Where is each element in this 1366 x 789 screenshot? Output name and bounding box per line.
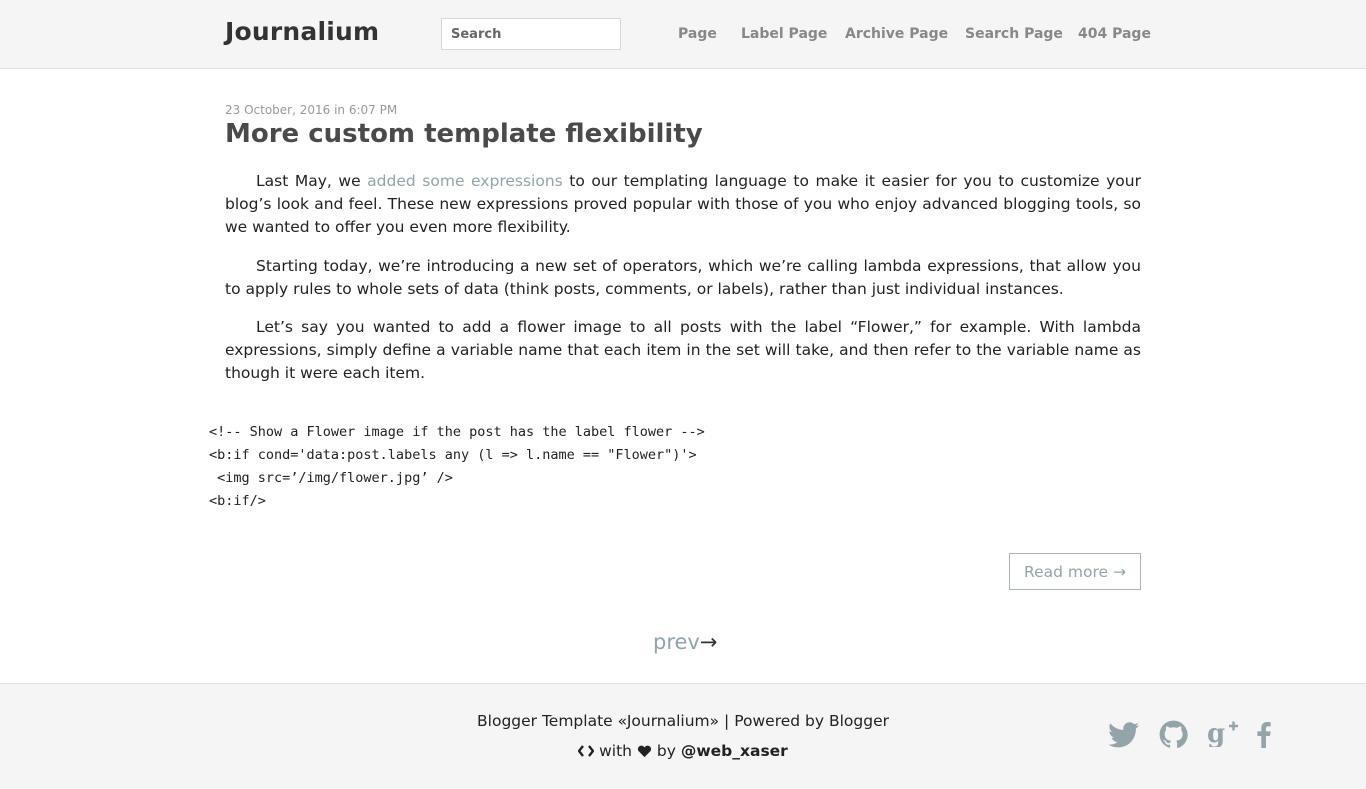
site-footer: Blogger Template «Journalium» | Powered … xyxy=(0,683,1366,789)
pager-label: prev xyxy=(653,630,700,654)
post-title[interactable]: More custom template flexibility xyxy=(225,119,703,149)
post-body: Last May, we added some expressions to o… xyxy=(225,170,1141,401)
footer-by: by xyxy=(656,742,676,760)
code-line: <img src=’/img/flower.jpg’ /> xyxy=(209,470,453,486)
code-line: <b:if cond='data:post.labels any (l => l… xyxy=(209,447,697,463)
read-more-button[interactable]: Read more → xyxy=(1009,553,1141,590)
nav-page[interactable]: Page xyxy=(678,26,717,42)
twitter-icon[interactable] xyxy=(1108,722,1139,752)
nav-label-page[interactable]: Label Page xyxy=(741,26,827,42)
paragraph-text: Last May, we xyxy=(256,172,368,190)
prev-page-link[interactable]: prev→ xyxy=(653,630,717,654)
nav-404-page[interactable]: 404 Page xyxy=(1078,26,1151,42)
heart-icon xyxy=(637,744,652,762)
post-paragraph: Starting today, we’re introducing a new … xyxy=(225,256,1141,298)
nav-archive-page[interactable]: Archive Page xyxy=(845,26,948,42)
site-header: Journalium Page Label Page Archive Page … xyxy=(0,0,1366,69)
google-plus-icon[interactable]: g xyxy=(1207,719,1239,751)
footer-with: with xyxy=(599,742,632,760)
github-icon[interactable] xyxy=(1159,720,1188,753)
site-brand[interactable]: Journalium xyxy=(225,17,379,46)
code-line: <b:if/> xyxy=(209,493,266,509)
facebook-icon[interactable] xyxy=(1257,721,1271,752)
post-paragraph: Last May, we added some expressions to o… xyxy=(225,170,1141,239)
code-icon xyxy=(577,744,595,762)
expressions-link[interactable]: added some expressions xyxy=(367,172,563,190)
nav-search-page[interactable]: Search Page xyxy=(965,26,1063,42)
code-line: <!-- Show a Flower image if the post has… xyxy=(209,424,705,440)
post-meta: 23 October, 2016 in 6:07 PM xyxy=(225,103,398,117)
post-paragraph: Let’s say you wanted to add a flower ima… xyxy=(225,318,1141,382)
code-block: <!-- Show a Flower image if the post has… xyxy=(209,421,705,513)
author-handle-link[interactable]: @web_xaser xyxy=(681,742,788,760)
search-input[interactable] xyxy=(441,18,621,50)
svg-text:g: g xyxy=(1207,719,1225,747)
arrow-right-icon: → xyxy=(699,630,718,654)
